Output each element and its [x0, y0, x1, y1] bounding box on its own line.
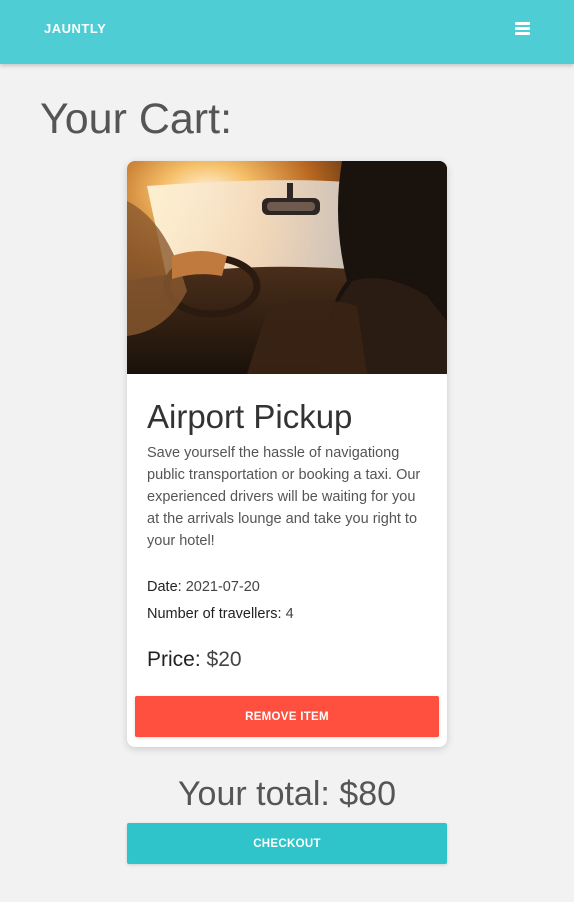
- hamburger-menu-icon[interactable]: [515, 22, 530, 35]
- page-title: Your Cart:: [40, 95, 233, 143]
- car-interior-image: [127, 161, 447, 374]
- price-label: Price:: [147, 648, 201, 671]
- cart-item-card: Airport Pickup Save yourself the hassle …: [127, 161, 447, 747]
- item-description: Save yourself the hassle of navigationg …: [147, 445, 421, 549]
- remove-item-button[interactable]: REMOVE ITEM: [135, 696, 439, 737]
- item-title: Airport Pickup: [147, 398, 353, 435]
- price-value: $20: [206, 648, 242, 671]
- item-travellers: Number of travellers: 4: [147, 606, 294, 622]
- date-value: 2021-07-20: [185, 579, 260, 595]
- cart-total: Your total: $80: [177, 775, 397, 813]
- checkout-button[interactable]: CHECKOUT: [127, 823, 447, 864]
- travellers-label: Number of travellers:: [147, 606, 282, 622]
- item-date: Date: 2021-07-20: [147, 579, 260, 595]
- brand-logo[interactable]: JAUNTLY: [44, 21, 106, 36]
- navbar: JAUNTLY: [0, 0, 574, 64]
- travellers-value: 4: [285, 606, 294, 622]
- date-label: Date:: [147, 579, 182, 595]
- item-price: Price: $20: [147, 648, 242, 672]
